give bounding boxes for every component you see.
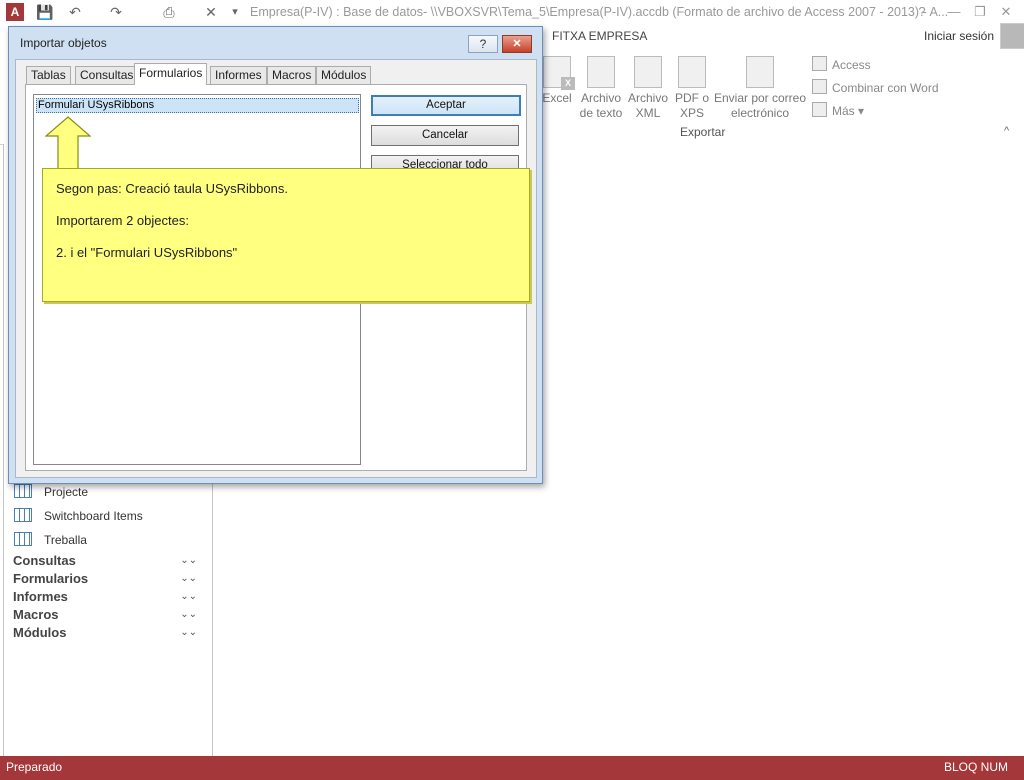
tab-informes[interactable]: Informes — [210, 66, 267, 85]
close-button[interactable]: ✕ — [994, 3, 1018, 21]
nav-item-label: Switchboard Items — [44, 509, 143, 523]
nav-table-treballa[interactable]: Treballa — [14, 530, 87, 550]
export-email-label: Enviar por correo electrónico — [713, 91, 807, 120]
dialog-close-button[interactable]: ✕ — [502, 35, 532, 53]
dialog-title: Importar objetos — [20, 36, 107, 50]
expand-icon: ⌄⌄ — [180, 609, 197, 620]
avatar[interactable] — [1000, 23, 1024, 49]
export-xml-label: Archivo XML — [627, 91, 668, 120]
nav-item-label: Projecte — [44, 485, 89, 499]
num-lock-indicator: BLOQ NUM — [943, 760, 1008, 774]
tab-consultas[interactable]: Consultas — [75, 66, 139, 85]
export-excel-label: Excel — [542, 91, 572, 105]
tab-macros[interactable]: Macros — [267, 66, 317, 85]
restore-button[interactable]: ❐ — [968, 3, 992, 21]
expand-icon: ⌄⌄ — [180, 627, 197, 638]
export-excel-button[interactable]: X Excel — [540, 56, 575, 106]
xml-file-icon — [634, 56, 662, 88]
nav-group-label: Módulos — [13, 625, 67, 640]
email-icon — [746, 56, 774, 88]
customize-qat-icon[interactable]: ▾ — [228, 3, 242, 21]
nav-group-consultas[interactable]: Consultas ⌄⌄ — [13, 552, 201, 570]
pdf-file-icon — [678, 56, 706, 88]
status-text: Preparado — [6, 760, 63, 774]
expand-icon: ⌄⌄ — [180, 591, 197, 602]
nav-group-label: Formularios — [13, 571, 89, 586]
table-icon — [14, 532, 32, 546]
minimize-button[interactable]: — — [942, 3, 966, 21]
signin-link[interactable]: Iniciar sesión — [924, 29, 994, 43]
callout-line-3: 2. i el "Formulari USysRibbons" — [56, 245, 238, 260]
export-access-button[interactable]: Access — [812, 56, 871, 72]
merge-word-label: Combinar con Word — [832, 81, 939, 95]
access-icon — [812, 56, 827, 71]
nav-group-informes[interactable]: Informes ⌄⌄ — [13, 588, 201, 606]
save-icon[interactable]: 💾 — [36, 3, 54, 21]
cancel-button[interactable]: Cancelar — [371, 125, 519, 146]
status-bar: Preparado BLOQ NUM — [0, 756, 1024, 780]
title-bar: A 💾 ↶ ↷ ⎙ ✕ ▾ Empresa(P-IV) : Base de da… — [0, 0, 1024, 26]
export-pdf-button[interactable]: PDF o XPS — [674, 56, 710, 121]
redo-icon[interactable]: ↷ — [105, 3, 127, 21]
export-email-button[interactable]: Enviar por correo electrónico — [712, 56, 808, 121]
export-text-label: Archivo de texto — [579, 91, 623, 120]
nav-group-modulos[interactable]: Módulos ⌄⌄ — [13, 624, 201, 642]
export-access-label: Access — [832, 58, 871, 72]
export-text-button[interactable]: Archivo de texto — [578, 56, 624, 121]
nav-group-formularios[interactable]: Formularios ⌄⌄ — [13, 570, 201, 588]
close-db-icon[interactable]: ✕ — [202, 3, 220, 21]
table-icon — [14, 484, 32, 498]
callout-line-1: Segon pas: Creació taula USysRibbons. — [56, 181, 288, 196]
merge-word-button[interactable]: Combinar con Word — [812, 79, 939, 95]
callout-line-2: Importarem 2 objectes: — [56, 213, 189, 228]
nav-group-label: Informes — [13, 589, 68, 604]
expand-icon: ⌄⌄ — [180, 573, 197, 584]
export-pdf-label: PDF o XPS — [674, 91, 709, 120]
more-button[interactable]: Más ▾ — [812, 102, 864, 118]
instruction-callout: Segon pas: Creació taula USysRibbons. Im… — [42, 168, 530, 302]
arrow-up-icon — [45, 116, 91, 172]
text-file-icon — [587, 56, 615, 88]
expand-icon: ⌄⌄ — [180, 555, 197, 566]
more-label: Más — [832, 104, 855, 118]
nav-table-projecte[interactable]: Projecte — [14, 482, 88, 502]
undo-icon[interactable]: ↶ — [64, 3, 86, 21]
access-app-icon[interactable]: A — [6, 3, 24, 21]
excel-icon: X — [543, 56, 575, 90]
nav-item-label: Treballa — [44, 533, 87, 547]
nav-group-label: Macros — [13, 607, 59, 622]
tab-modulos[interactable]: Módulos — [316, 66, 372, 85]
more-icon — [812, 102, 827, 117]
tab-formularios[interactable]: Formularios — [134, 63, 208, 85]
window-title: Empresa(P-IV) : Base de datos- \\VBOXSVR… — [250, 5, 949, 19]
dialog-help-button[interactable]: ? — [468, 35, 498, 53]
collapse-ribbon-icon[interactable]: ^ — [1004, 125, 1009, 137]
help-icon[interactable]: ? — [910, 3, 934, 21]
accept-button[interactable]: Aceptar — [371, 95, 521, 116]
tab-fitxa-empresa[interactable]: FITXA EMPRESA — [552, 29, 647, 43]
nav-group-macros[interactable]: Macros ⌄⌄ — [13, 606, 201, 624]
nav-table-switchboard-items[interactable]: Switchboard Items — [14, 506, 143, 526]
word-icon — [812, 79, 827, 94]
list-item[interactable]: Formulari USysRibbons — [36, 98, 359, 113]
print-preview-icon[interactable]: ⎙ — [158, 3, 180, 21]
table-icon — [14, 508, 32, 522]
export-xml-button[interactable]: Archivo XML — [625, 56, 671, 121]
nav-group-label: Consultas — [13, 553, 76, 568]
group-label-exportar: Exportar — [680, 125, 726, 139]
tab-tablas[interactable]: Tablas — [26, 66, 71, 85]
